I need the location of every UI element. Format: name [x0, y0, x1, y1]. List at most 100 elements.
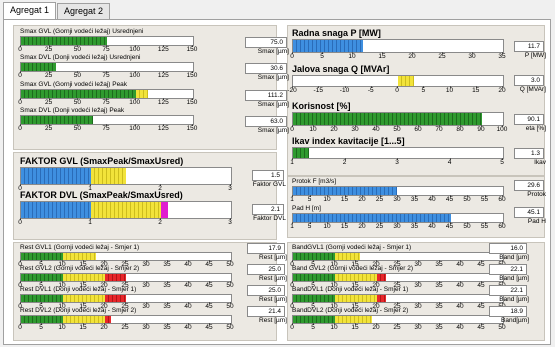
jalova-snaga-tick-label: -15 — [313, 87, 323, 94]
band-1-tick-label: 30 — [414, 261, 422, 268]
rest-1-bar-segment — [21, 253, 63, 260]
band-3-bar-segment — [335, 295, 377, 302]
rest-2-tick-label: 30 — [142, 282, 150, 289]
smax-1-bar — [20, 36, 194, 46]
band-4-tick-label: 40 — [456, 324, 464, 331]
jalova-snaga-bar-segment — [398, 76, 414, 86]
rest-4-tick-label: 25 — [121, 324, 129, 331]
korisnost-tick-label: 80 — [456, 126, 464, 133]
band-1-bar-segment — [293, 253, 335, 260]
smax-1-bar-segment — [21, 37, 107, 45]
jalova-snaga-value: 3.0 — [514, 75, 544, 86]
rest-3-bar-segment — [21, 295, 63, 302]
rest-2-unit: Rest [µm] — [259, 275, 287, 282]
rest-1-tick-label: 30 — [142, 261, 150, 268]
rest-2-tick-label: 45 — [205, 282, 213, 289]
rest-1-tick-label: 45 — [205, 261, 213, 268]
faktor-1-bar-segment — [90, 168, 126, 184]
korisnost-tick-label: 20 — [330, 126, 338, 133]
rest-3-tick-label: 35 — [163, 303, 171, 310]
smax-4-tick-label: 25 — [45, 125, 53, 132]
faktor-2-bar-segment — [21, 202, 91, 218]
smax-4-bar — [20, 115, 194, 125]
faktor-1-bar — [20, 167, 232, 185]
ikav-index-tick-label: 1 — [290, 159, 294, 166]
band-4-unit: Band[µm] — [501, 317, 529, 324]
band-4-tick-label: 50 — [498, 324, 506, 331]
rest-2-title: Rest GVL2 (Gornji vodeći ležaj - Smjer 2… — [20, 265, 140, 272]
rest-1-bar — [20, 252, 232, 261]
smax-2-title: Smax DVL (Donji vodeći ležaj) Usrednjeni — [20, 54, 141, 61]
smax-1-tick-label: 50 — [73, 46, 81, 53]
smax-1-title: Smax GVL (Gornji vodeći ležaj) Usrednjen… — [20, 28, 144, 35]
protok-tick-label: 10 — [323, 196, 331, 203]
korisnost-tick-label: 70 — [435, 126, 443, 133]
pad-tick-label: 45 — [445, 223, 454, 230]
band-4-bar — [292, 315, 504, 324]
band-4-bar-segment — [335, 316, 373, 323]
korisnost-tick-label: 40 — [372, 126, 380, 133]
band-2-bar-segment — [335, 274, 377, 281]
faktor-2-tick-label: 2 — [158, 219, 162, 226]
band-1-bar — [292, 252, 504, 261]
rest-3-tick-label: 45 — [205, 303, 213, 310]
korisnost-unit: eta [%] — [525, 125, 546, 132]
band-2-unit: Band [µm] — [499, 275, 529, 282]
radna-snaga-tick-label: 30 — [468, 53, 476, 60]
protok-bar-segment — [293, 187, 397, 195]
protok-tick-label: 25 — [375, 196, 384, 203]
pad-tick-label: 10 — [323, 223, 331, 230]
rest-3-title: Rest DVL1 (Donji vodeći ležaj - Smjer 1) — [20, 286, 137, 293]
jalova-snaga-tick-label: -5 — [367, 87, 374, 94]
pad-tick-label: 35 — [410, 223, 419, 230]
band-1-tick-label: 40 — [456, 261, 464, 268]
pad-tick-label: 1 — [290, 223, 294, 230]
pad-title: Pad H [m] — [292, 205, 321, 212]
faktor-2-value: 2.1 — [252, 204, 284, 215]
smax-2-tick-label: 50 — [73, 72, 81, 79]
pad-tick-label: 15 — [340, 223, 349, 230]
ikav-index-value: 1.3 — [514, 148, 544, 159]
korisnost-value: 90.1 — [514, 114, 544, 125]
protok-tick-label: 35 — [410, 196, 419, 203]
band-4-tick-label: 35 — [435, 324, 443, 331]
korisnost-bar-segment — [293, 113, 483, 125]
rest-4-tick-label: 5 — [39, 324, 43, 331]
protok-value: 29.6 — [514, 180, 544, 191]
rest-4-tick-label: 15 — [79, 324, 87, 331]
ikav-index-tick-label: 3 — [395, 159, 399, 166]
korisnost-title: Korisnost [%] — [292, 101, 351, 111]
rest-4-tick-label: 35 — [163, 324, 171, 331]
jalova-snaga-tick-label: 10 — [445, 87, 454, 94]
jalova-snaga-tick-label: 15 — [472, 87, 480, 94]
smax-1-tick-label: 0 — [18, 46, 22, 53]
smax-3-bar-segment — [21, 90, 136, 98]
jalova-snaga-bar — [292, 75, 504, 87]
ikav-index-bar-segment — [293, 148, 309, 158]
rest-1-tick-label: 40 — [184, 261, 192, 268]
smax-1-tick-label: 75 — [102, 46, 110, 53]
band-2-tick-label: 40 — [456, 282, 464, 289]
jalova-snaga-title: Jalova snaga Q [MVAr] — [292, 64, 390, 74]
faktor-1-title: FAKTOR GVL (SmaxPeak/SmaxUsred) — [20, 156, 184, 166]
protok-tick-label: 30 — [393, 196, 401, 203]
rest-2-tick-label: 50 — [226, 282, 234, 289]
rest-2-bar-segment — [63, 274, 105, 281]
jalova-snaga-tick-label: 5 — [421, 87, 426, 94]
korisnost-tick-label: 60 — [414, 126, 422, 133]
faktor-2-title: FAKTOR DVL (SmaxPeak/SmaxUsred) — [20, 190, 183, 200]
smax-1-tick-label: 150 — [186, 46, 198, 53]
smax-2-tick-label: 0 — [18, 72, 22, 79]
band-2-bar-segment — [377, 274, 386, 281]
smax-3-tick-label: 0 — [18, 99, 22, 106]
ikav-index-bar — [292, 147, 504, 159]
smax-2-tick-label: 75 — [102, 72, 110, 79]
smax-2-bar — [20, 62, 194, 72]
rest-1-unit: Rest [µm] — [259, 254, 287, 261]
band-2-bar — [292, 273, 504, 282]
band-2-tick-label: 30 — [414, 282, 422, 289]
rest-3-unit: Rest [µm] — [259, 296, 287, 303]
band-4-tick-label: 5 — [311, 324, 315, 331]
tab-agregat-2[interactable]: Agregat 2 — [57, 3, 111, 20]
rest-3-bar-segment — [105, 295, 126, 302]
